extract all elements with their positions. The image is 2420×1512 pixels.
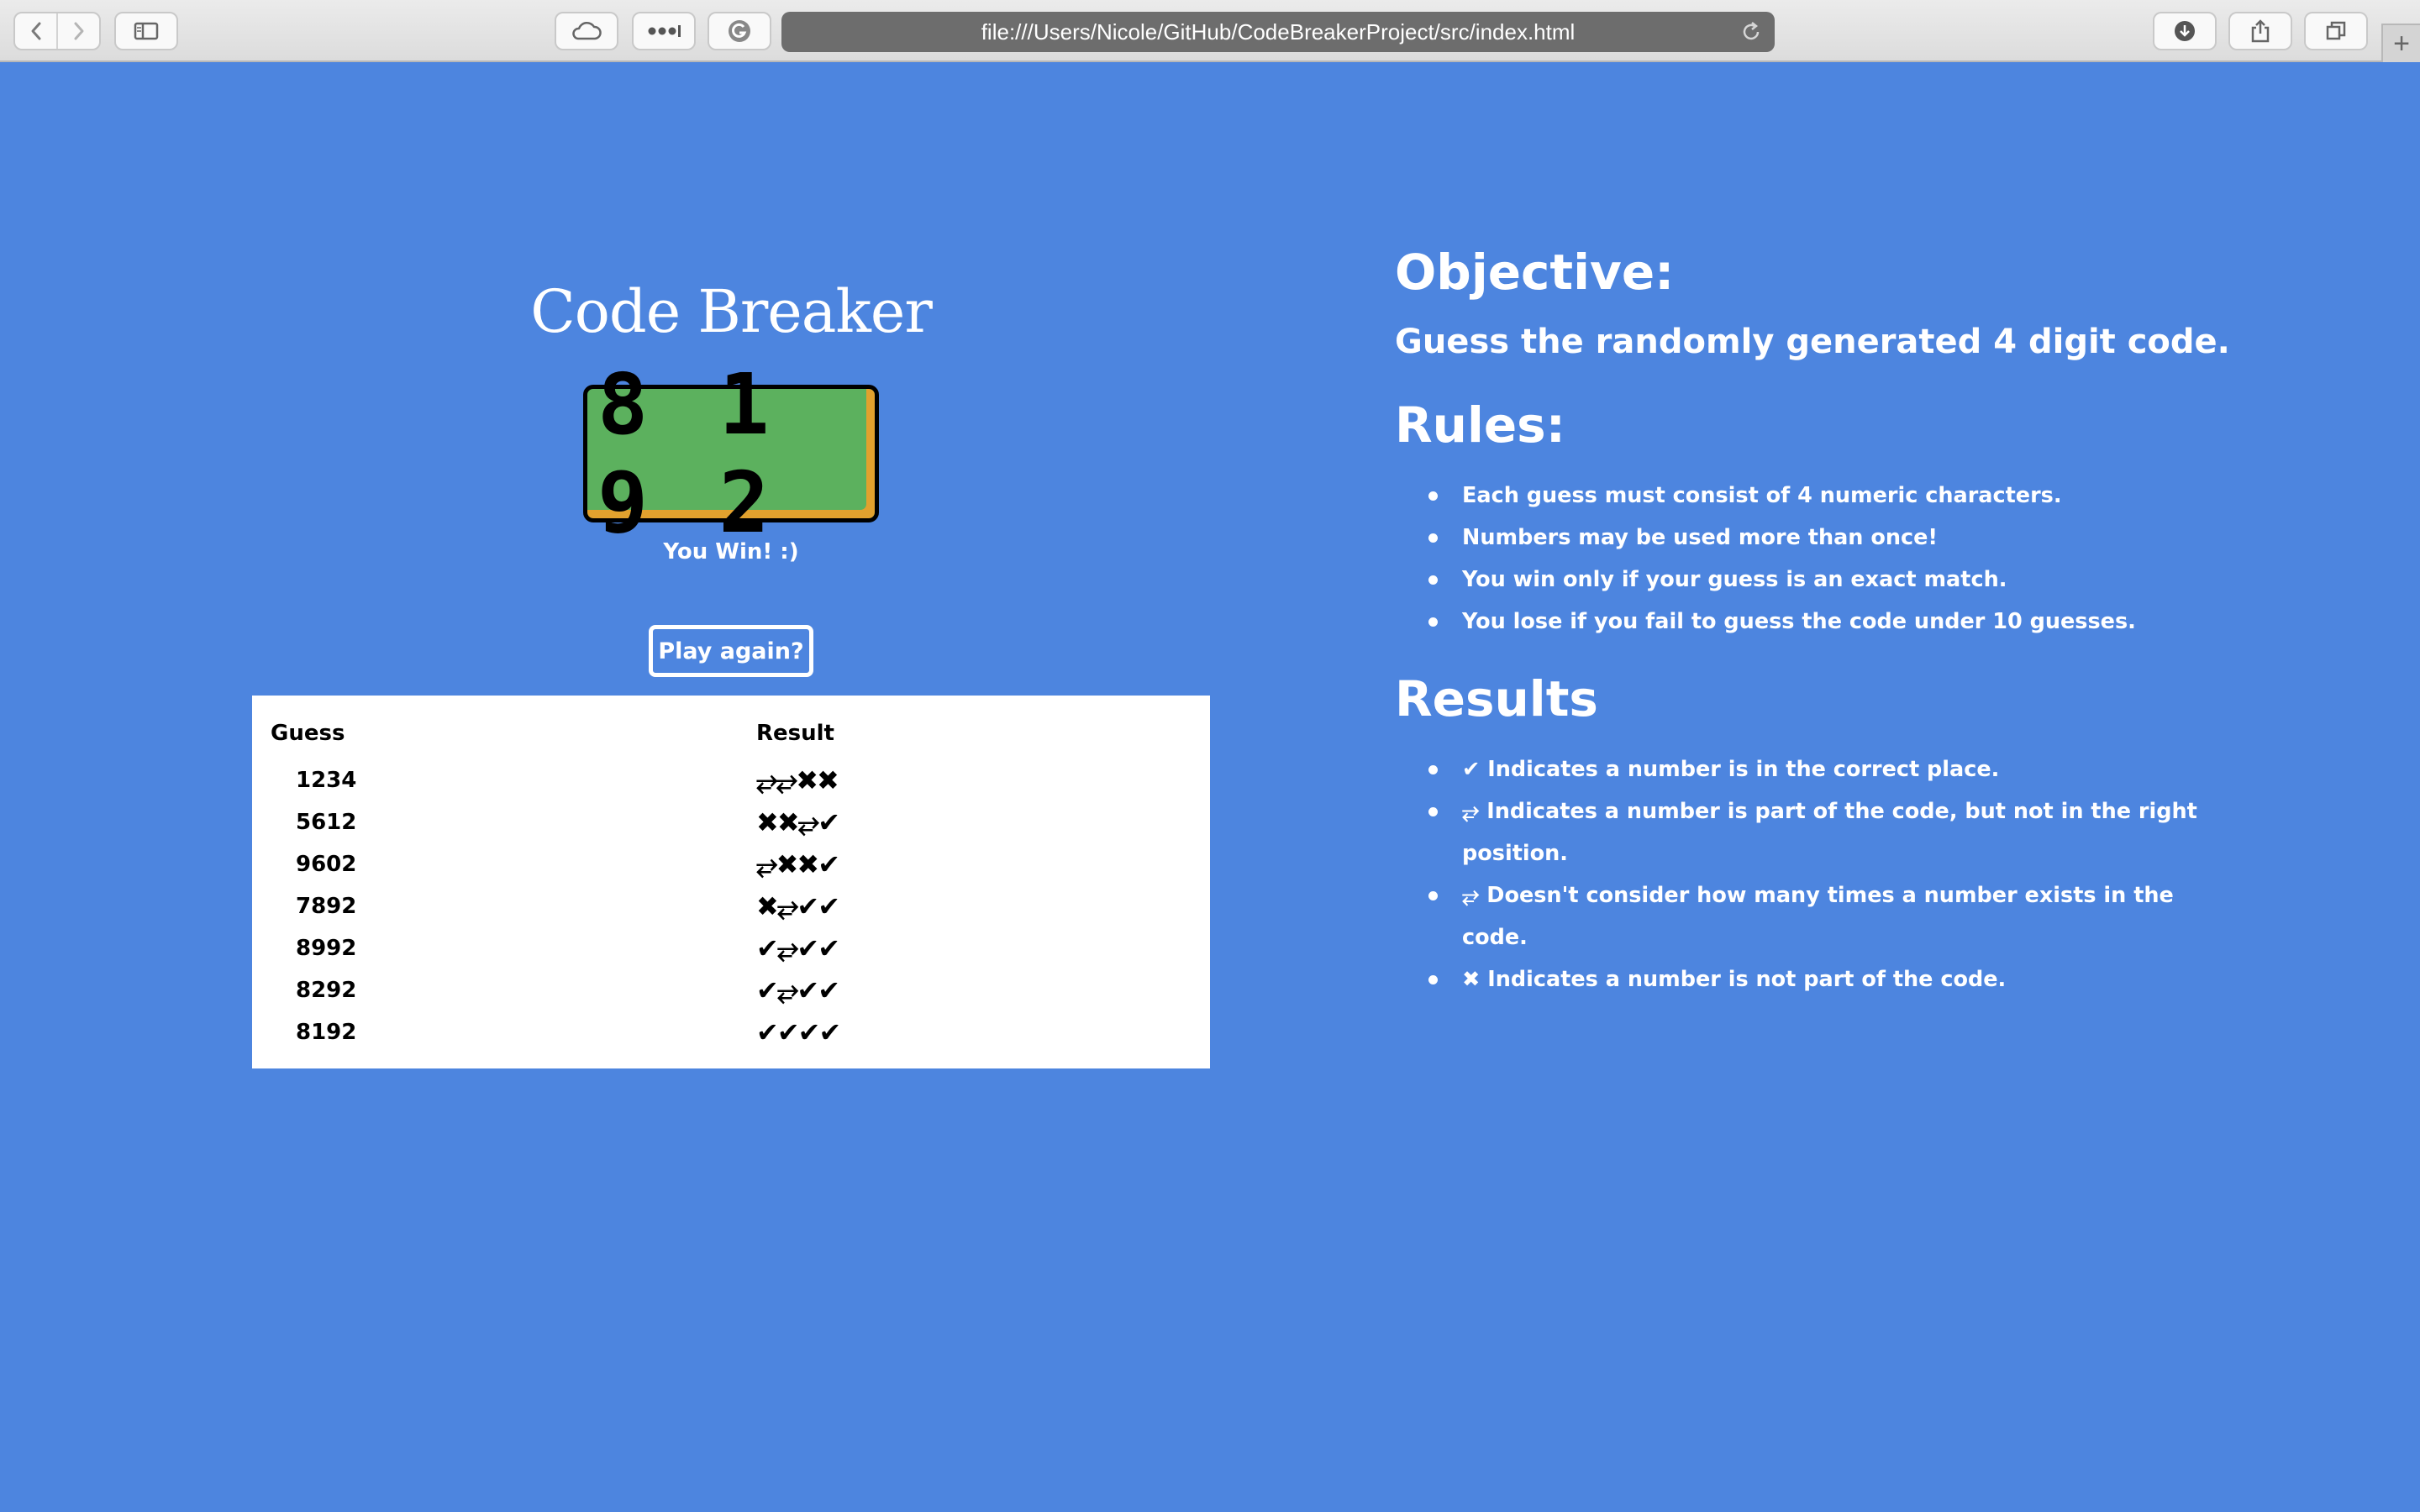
rule-item: Each guess must consist of 4 numeric cha… (1428, 475, 2136, 517)
address-bar[interactable]: file:///Users/Nicole/GitHub/CodeBreakerP… (781, 12, 1775, 52)
result-cell: ⥂✖✖✔ (756, 848, 840, 880)
back-button[interactable] (15, 13, 56, 49)
results-heading: Results (1395, 670, 1598, 727)
legend-item: ⥂ Indicates a number is part of the code… (1428, 790, 2202, 874)
legend-item: ✔ Indicates a number is in the correct p… (1428, 748, 2202, 790)
table-row: 7892 ✖⥂✔✔ (252, 889, 1210, 931)
sidebar-icon (134, 22, 159, 40)
tabs-overview-button[interactable] (2304, 12, 2368, 50)
result-column-header: Result (756, 721, 834, 746)
table-row: 5612 ✖✖⥂✔ (252, 805, 1210, 847)
guess-cell: 8192 (296, 1020, 357, 1045)
extension-button[interactable] (632, 12, 696, 50)
forward-button[interactable] (56, 13, 99, 49)
guess-column-header: Guess (271, 721, 345, 746)
cloud-icon (572, 21, 602, 40)
tabs-icon (2326, 21, 2346, 40)
chevron-right-icon (74, 22, 83, 40)
rules-heading: Rules: (1395, 396, 1565, 454)
result-cell: ✔⥂✔✔ (756, 932, 840, 964)
objective-text: Guess the randomly generated 4 digit cod… (1395, 323, 2230, 361)
rule-item: Numbers may be used more than once! (1428, 517, 2136, 559)
result-cell: ✖⥂✔✔ (756, 890, 840, 922)
legend-item: ✖ Indicates a number is not part of the … (1428, 958, 2202, 1000)
guess-cell: 1234 (296, 768, 357, 793)
rule-item: You lose if you fail to guess the code u… (1428, 601, 2136, 643)
sidebar-button[interactable] (114, 12, 178, 50)
guess-cell: 9602 (296, 852, 357, 877)
url-text: file:///Users/Nicole/GitHub/CodeBreakerP… (981, 18, 1576, 45)
objective-heading: Objective: (1395, 244, 1675, 301)
table-row: 8992 ✔⥂✔✔ (252, 931, 1210, 973)
grammarly-button[interactable] (708, 12, 771, 50)
results-legend-list: ✔ Indicates a number is in the correct p… (1395, 748, 2202, 1000)
play-again-button[interactable]: Play again? (649, 625, 813, 677)
result-cell: ✔⥂✔✔ (756, 974, 840, 1006)
downloads-button[interactable] (2153, 12, 2217, 50)
table-row: 8192 ✔✔✔✔ (252, 1015, 1210, 1057)
guess-cell: 7892 (296, 894, 357, 919)
new-tab-button[interactable]: + (2381, 24, 2420, 62)
guess-cell: 8992 (296, 936, 357, 961)
result-cell: ⥂⥂✖✖ (756, 764, 839, 796)
result-cell: ✖✖⥂✔ (756, 806, 840, 838)
code-display: 8 1 9 2 (583, 355, 879, 552)
nav-buttons (13, 12, 101, 50)
reload-icon[interactable] (1739, 20, 1763, 44)
rules-list: Each guess must consist of 4 numeric cha… (1395, 475, 2136, 643)
rule-item: You win only if your guess is an exact m… (1428, 559, 2136, 601)
icloud-tabs-button[interactable] (555, 12, 618, 50)
plus-icon: + (2393, 28, 2410, 60)
guess-cell: 8292 (296, 978, 357, 1003)
guess-results-table: Guess Result 1234 ⥂⥂✖✖ 5612 ✖✖⥂✔ 9602 ⥂✖✖✔ 789… (252, 696, 1210, 1068)
status-message: You Win! :) (663, 539, 799, 564)
table-row: 1234 ⥂⥂✖✖ (252, 763, 1210, 805)
game-title: Code Breaker (530, 277, 933, 346)
share-button[interactable] (2228, 12, 2292, 50)
result-cell: ✔✔✔✔ (756, 1016, 841, 1048)
chevron-left-icon (31, 22, 40, 40)
legend-item: ⥂ Doesn't consider how many times a numb… (1428, 874, 2202, 958)
dots-icon (648, 25, 681, 37)
download-icon (2175, 21, 2195, 41)
browser-toolbar: file:///Users/Nicole/GitHub/CodeBreakerP… (0, 0, 2420, 62)
grammarly-icon (729, 20, 750, 42)
table-row: 9602 ⥂✖✖✔ (252, 847, 1210, 889)
table-row: 8292 ✔⥂✔✔ (252, 973, 1210, 1015)
share-icon (2251, 19, 2270, 43)
guess-cell: 5612 (296, 810, 357, 835)
